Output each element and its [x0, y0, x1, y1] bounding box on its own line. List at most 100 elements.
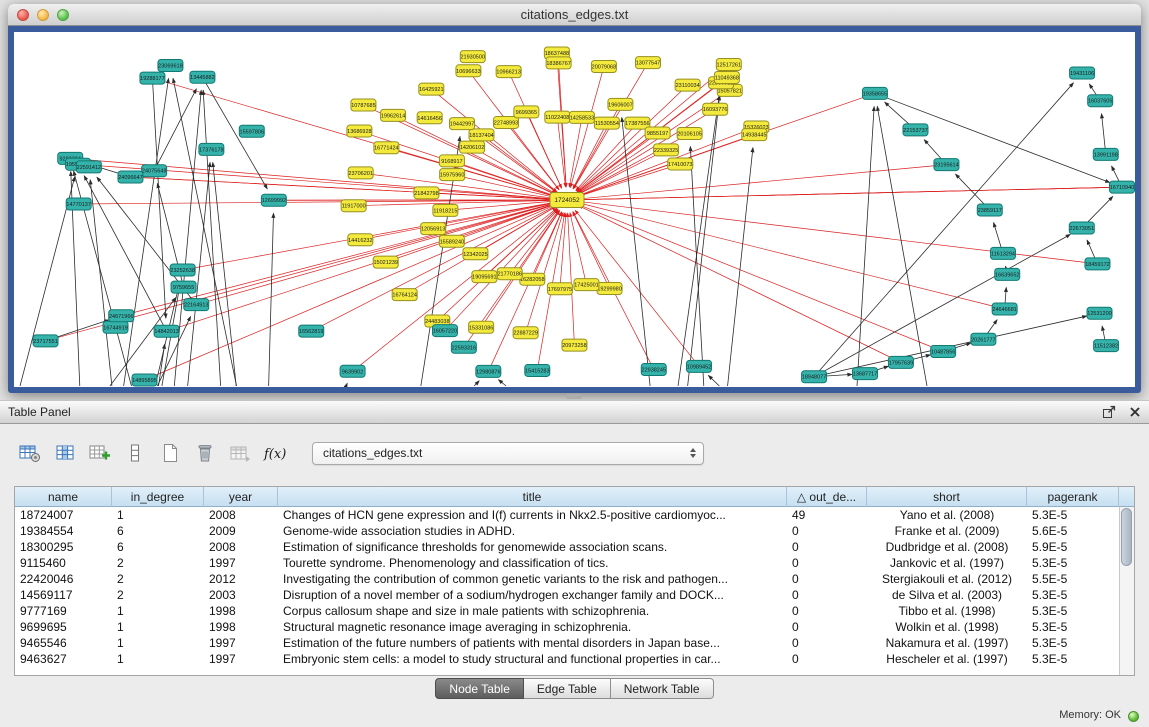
graph-node[interactable]: 16744919	[103, 321, 128, 333]
graph-node[interactable]: 24075648	[142, 165, 167, 177]
graph-node[interactable]: 21770186	[497, 268, 522, 280]
table-cell[interactable]: 0	[787, 571, 867, 587]
table-cell[interactable]: 2	[112, 587, 204, 603]
delete-table-button[interactable]	[191, 440, 219, 466]
window-titlebar[interactable]: citations_edges.txt	[8, 4, 1141, 26]
table-cell[interactable]: 49	[787, 507, 867, 523]
graph-node[interactable]: 24646681	[992, 303, 1017, 315]
graph-node[interactable]: 19288177	[140, 72, 165, 84]
table-cell[interactable]: 1	[112, 619, 204, 635]
table-cell[interactable]: Hescheler et al. (1997)	[867, 651, 1027, 667]
table-cell[interactable]: 2008	[204, 539, 278, 555]
column-header-year[interactable]: year	[204, 487, 278, 507]
table-cell[interactable]: 5.5E-5	[1027, 571, 1119, 587]
table-cell[interactable]: Jankovic et al. (1997)	[867, 555, 1027, 571]
table-cell[interactable]: 18300295	[15, 539, 112, 555]
table-cell[interactable]: 2008	[204, 507, 278, 523]
graph-node[interactable]: 20973258	[562, 339, 587, 351]
graph-node[interactable]: 10989452	[686, 360, 711, 372]
import-table-button[interactable]	[226, 440, 254, 466]
graph-node[interactable]: 11530554	[594, 117, 619, 129]
table-cell[interactable]: 18724007	[15, 507, 112, 523]
graph-node[interactable]: 16639652	[995, 268, 1020, 280]
graph-node[interactable]: 22673051	[1069, 222, 1094, 234]
graph-node[interactable]: 12342025	[463, 248, 488, 260]
table-cell[interactable]: 9777169	[15, 603, 112, 619]
table-cell[interactable]: 0	[787, 651, 867, 667]
graph-node[interactable]: 16282058	[520, 273, 545, 285]
graph-node[interactable]: 19358655	[862, 87, 887, 99]
table-cell[interactable]: 1	[112, 603, 204, 619]
graph-node[interactable]: 13445882	[190, 71, 215, 83]
graph-node[interactable]: 14416232	[348, 234, 373, 246]
table-cell[interactable]: 1	[112, 651, 204, 667]
graph-node[interactable]: 22887229	[513, 327, 538, 339]
graph-node[interactable]: 12056913	[421, 223, 446, 235]
function-builder-button[interactable]: f(x)	[261, 440, 289, 466]
table-row[interactable]: 946554611997Estimation of the future num…	[15, 635, 1119, 651]
table-row[interactable]: 1456911722003Disruption of a novel membe…	[15, 587, 1119, 603]
table-cell[interactable]: 1997	[204, 555, 278, 571]
graph-node[interactable]: 11918215	[433, 204, 458, 216]
graph-node[interactable]: 15597806	[239, 125, 264, 137]
graph-node[interactable]: 1724052	[550, 193, 584, 208]
graph-node[interactable]: 9855197	[645, 127, 670, 139]
graph-node[interactable]: 13991198	[1093, 148, 1118, 160]
graph-node[interactable]: 14770137	[66, 198, 91, 210]
tab-network-table[interactable]: Network Table	[611, 678, 714, 699]
table-cell[interactable]: Tourette syndrome. Phenomenology and cla…	[278, 555, 787, 571]
table-cell[interactable]: 2	[112, 555, 204, 571]
graph-node[interactable]: 23069618	[158, 60, 183, 72]
graph-node[interactable]: 20106105	[677, 127, 702, 139]
table-cell[interactable]: Disruption of a novel member of a sodium…	[278, 587, 787, 603]
graph-node[interactable]: 16037605	[1088, 95, 1113, 107]
graph-node[interactable]: 18137404	[469, 129, 494, 141]
graph-node[interactable]: 23195614	[934, 159, 959, 171]
table-cell[interactable]: 5.3E-5	[1027, 555, 1119, 571]
graph-node[interactable]: 9639902	[340, 365, 365, 377]
table-cell[interactable]: 0	[787, 587, 867, 603]
graph-node[interactable]: 23252638	[170, 264, 195, 276]
column-header-in_degree[interactable]: in_degree	[112, 487, 204, 507]
graph-node[interactable]: 14616456	[417, 112, 442, 124]
graph-node[interactable]: 10787685	[351, 99, 376, 111]
edit-table-button[interactable]	[86, 440, 114, 466]
column-header-short[interactable]: short	[867, 487, 1027, 507]
float-panel-button[interactable]	[1102, 405, 1117, 419]
graph-node[interactable]: 23859117	[977, 204, 1002, 216]
table-cell[interactable]: Embryonic stem cells: a model to study s…	[278, 651, 787, 667]
table-cell[interactable]: 2	[112, 571, 204, 587]
column-header-pagerank[interactable]: pagerank	[1027, 487, 1119, 507]
table-cell[interactable]: 22420046	[15, 571, 112, 587]
table-cell[interactable]: 0	[787, 539, 867, 555]
graph-node[interactable]: 14258533	[569, 111, 594, 123]
graph-node[interactable]: 13686928	[347, 125, 372, 137]
table-cell[interactable]: Estimation of significance thresholds fo…	[278, 539, 787, 555]
table-cell[interactable]: Tibbo et al. (1998)	[867, 603, 1027, 619]
table-cell[interactable]: 9699695	[15, 619, 112, 635]
table-cell[interactable]: 0	[787, 555, 867, 571]
graph-node[interactable]: 16562819	[299, 325, 324, 337]
show-columns-button[interactable]	[51, 440, 79, 466]
table-cell[interactable]: 0	[787, 603, 867, 619]
graph-node[interactable]: 14938445	[742, 129, 767, 141]
graph-node[interactable]: 17957639	[888, 356, 913, 368]
graph-node[interactable]: 12531200	[1087, 307, 1112, 319]
table-cell[interactable]: Changes of HCN gene expression and I(f) …	[278, 507, 787, 523]
table-row[interactable]: 911546021997Tourette syndrome. Phenomeno…	[15, 555, 1119, 571]
table-cell[interactable]: 5.9E-5	[1027, 539, 1119, 555]
graph-node[interactable]: 18948077	[802, 371, 827, 383]
table-cell[interactable]: 9115460	[15, 555, 112, 571]
table-cell[interactable]: 2009	[204, 523, 278, 539]
graph-node[interactable]: 22938245	[641, 363, 666, 375]
table-cell[interactable]: 5.6E-5	[1027, 523, 1119, 539]
column-header-out_de[interactable]: △ out_de...	[787, 487, 867, 507]
table-cell[interactable]: Corpus callosum shape and size in male p…	[278, 603, 787, 619]
table-cell[interactable]: 2003	[204, 587, 278, 603]
new-table-button[interactable]	[156, 440, 184, 466]
table-cell[interactable]: Nakamura et al. (1997)	[867, 635, 1027, 651]
graph-node[interactable]: 19095691	[472, 271, 497, 283]
graph-node[interactable]: 9759655	[171, 281, 196, 293]
graph-node[interactable]: 16710940	[1110, 181, 1135, 193]
graph-node[interactable]: 14842013	[154, 325, 179, 337]
